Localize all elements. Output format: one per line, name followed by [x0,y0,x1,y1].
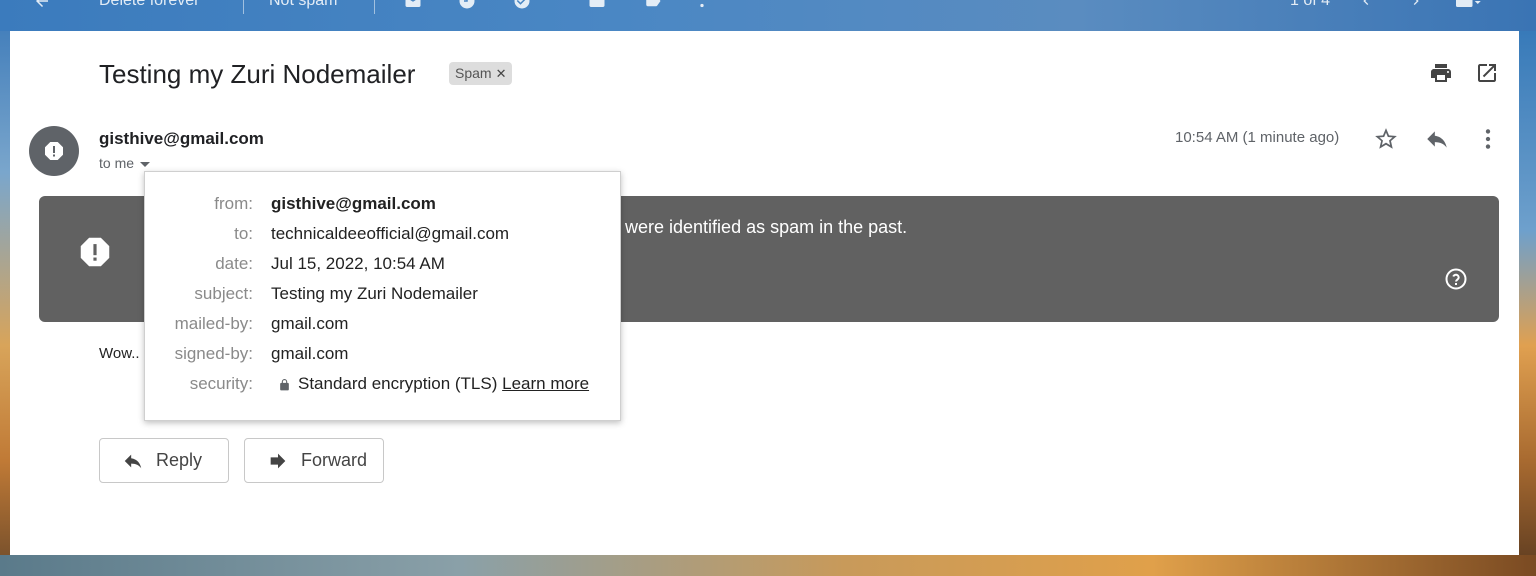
recipient-toggle[interactable]: to me [99,155,151,171]
details-value: Testing my Zuri Nodemailer [271,284,478,303]
details-label: signed-by: [174,344,253,363]
spam-warning-text: nt were identified as spam in the past. [605,217,908,237]
details-label: from: [214,194,253,213]
chevron-right-icon[interactable] [1408,0,1424,10]
open-new-window-icon[interactable] [1475,61,1499,85]
details-value: gisthive@gmail.com [271,194,436,213]
label-icon[interactable] [641,0,665,10]
back-arrow-icon[interactable] [32,0,52,10]
mail-icon[interactable] [401,0,425,10]
details-label: security: [189,374,253,393]
spam-alert-icon [76,233,114,276]
sender-email: gisthive@gmail.com [99,129,264,148]
toolbar: Delete forever Not spam 1 of 4 [0,0,1536,31]
spam-label-chip[interactable]: Spam ✕ [449,62,513,85]
to-me-label: to me [99,155,135,171]
print-icon[interactable] [1429,61,1453,85]
wallpaper-bottom [0,555,1536,576]
details-label: date: [215,254,253,273]
details-row-from: from: gisthive@gmail.com [145,194,622,216]
reply-button[interactable]: Reply [99,438,229,483]
details-row-date: date: Jul 15, 2022, 10:54 AM [145,254,622,276]
keyboard-icon[interactable] [1450,0,1486,10]
details-row-subject: subject: Testing my Zuri Nodemailer [145,284,622,306]
details-row-mailed-by: mailed-by: gmail.com [145,314,622,336]
forward-label: Forward [301,450,368,470]
add-task-icon[interactable] [510,0,534,10]
details-label: mailed-by: [174,314,253,333]
details-row-to: to: technicaldeeofficial@gmail.com [145,224,622,246]
details-label: to: [234,224,253,243]
star-icon[interactable] [1373,126,1399,152]
reply-icon[interactable] [1424,126,1450,152]
divider [243,0,244,14]
learn-more-link[interactable]: Learn more [502,374,589,393]
chevron-down-icon[interactable] [140,161,151,167]
details-value: Jul 15, 2022, 10:54 AM [271,254,445,273]
reply-icon [124,454,142,468]
help-icon[interactable] [1444,267,1468,296]
wallpaper-right [1519,0,1536,576]
more-options-icon[interactable] [1475,126,1501,152]
spam-label-text: Spam [455,65,492,81]
security-value: Standard encryption (TLS) [298,374,498,393]
more-vert-icon[interactable] [697,0,707,10]
details-row-security: security: Standard encryption (TLS) Lear… [145,374,622,396]
spam-alert-icon [45,142,63,160]
sender-details-popup: from: gisthive@gmail.com to: technicalde… [144,171,621,421]
forward-button[interactable]: Forward [244,438,384,483]
delete-forever-button[interactable]: Delete forever [99,0,200,10]
pagination-text: 1 of 4 [1290,0,1331,9]
details-value: gmail.com [271,344,349,363]
details-value: gmail.com [271,314,349,333]
details-row-signed-by: signed-by: gmail.com [145,344,622,366]
chevron-left-icon[interactable] [1358,0,1374,10]
email-subject: Testing my Zuri Nodemailer [99,59,416,89]
details-value: technicaldeeofficial@gmail.com [271,224,510,243]
reply-label: Reply [156,450,203,470]
wallpaper-left [0,0,10,576]
sender-avatar [29,126,79,176]
move-to-icon[interactable] [586,0,608,10]
not-spam-button[interactable]: Not spam [269,0,337,10]
lock-icon [278,377,291,397]
divider [374,0,375,14]
clock-icon[interactable] [456,0,478,10]
forward-icon [270,453,286,468]
email-timestamp: 10:54 AM (1 minute ago) [1175,129,1340,146]
email-body: Wow.. [99,345,140,362]
remove-label-icon[interactable]: ✕ [496,66,507,81]
details-label: subject: [194,284,253,303]
